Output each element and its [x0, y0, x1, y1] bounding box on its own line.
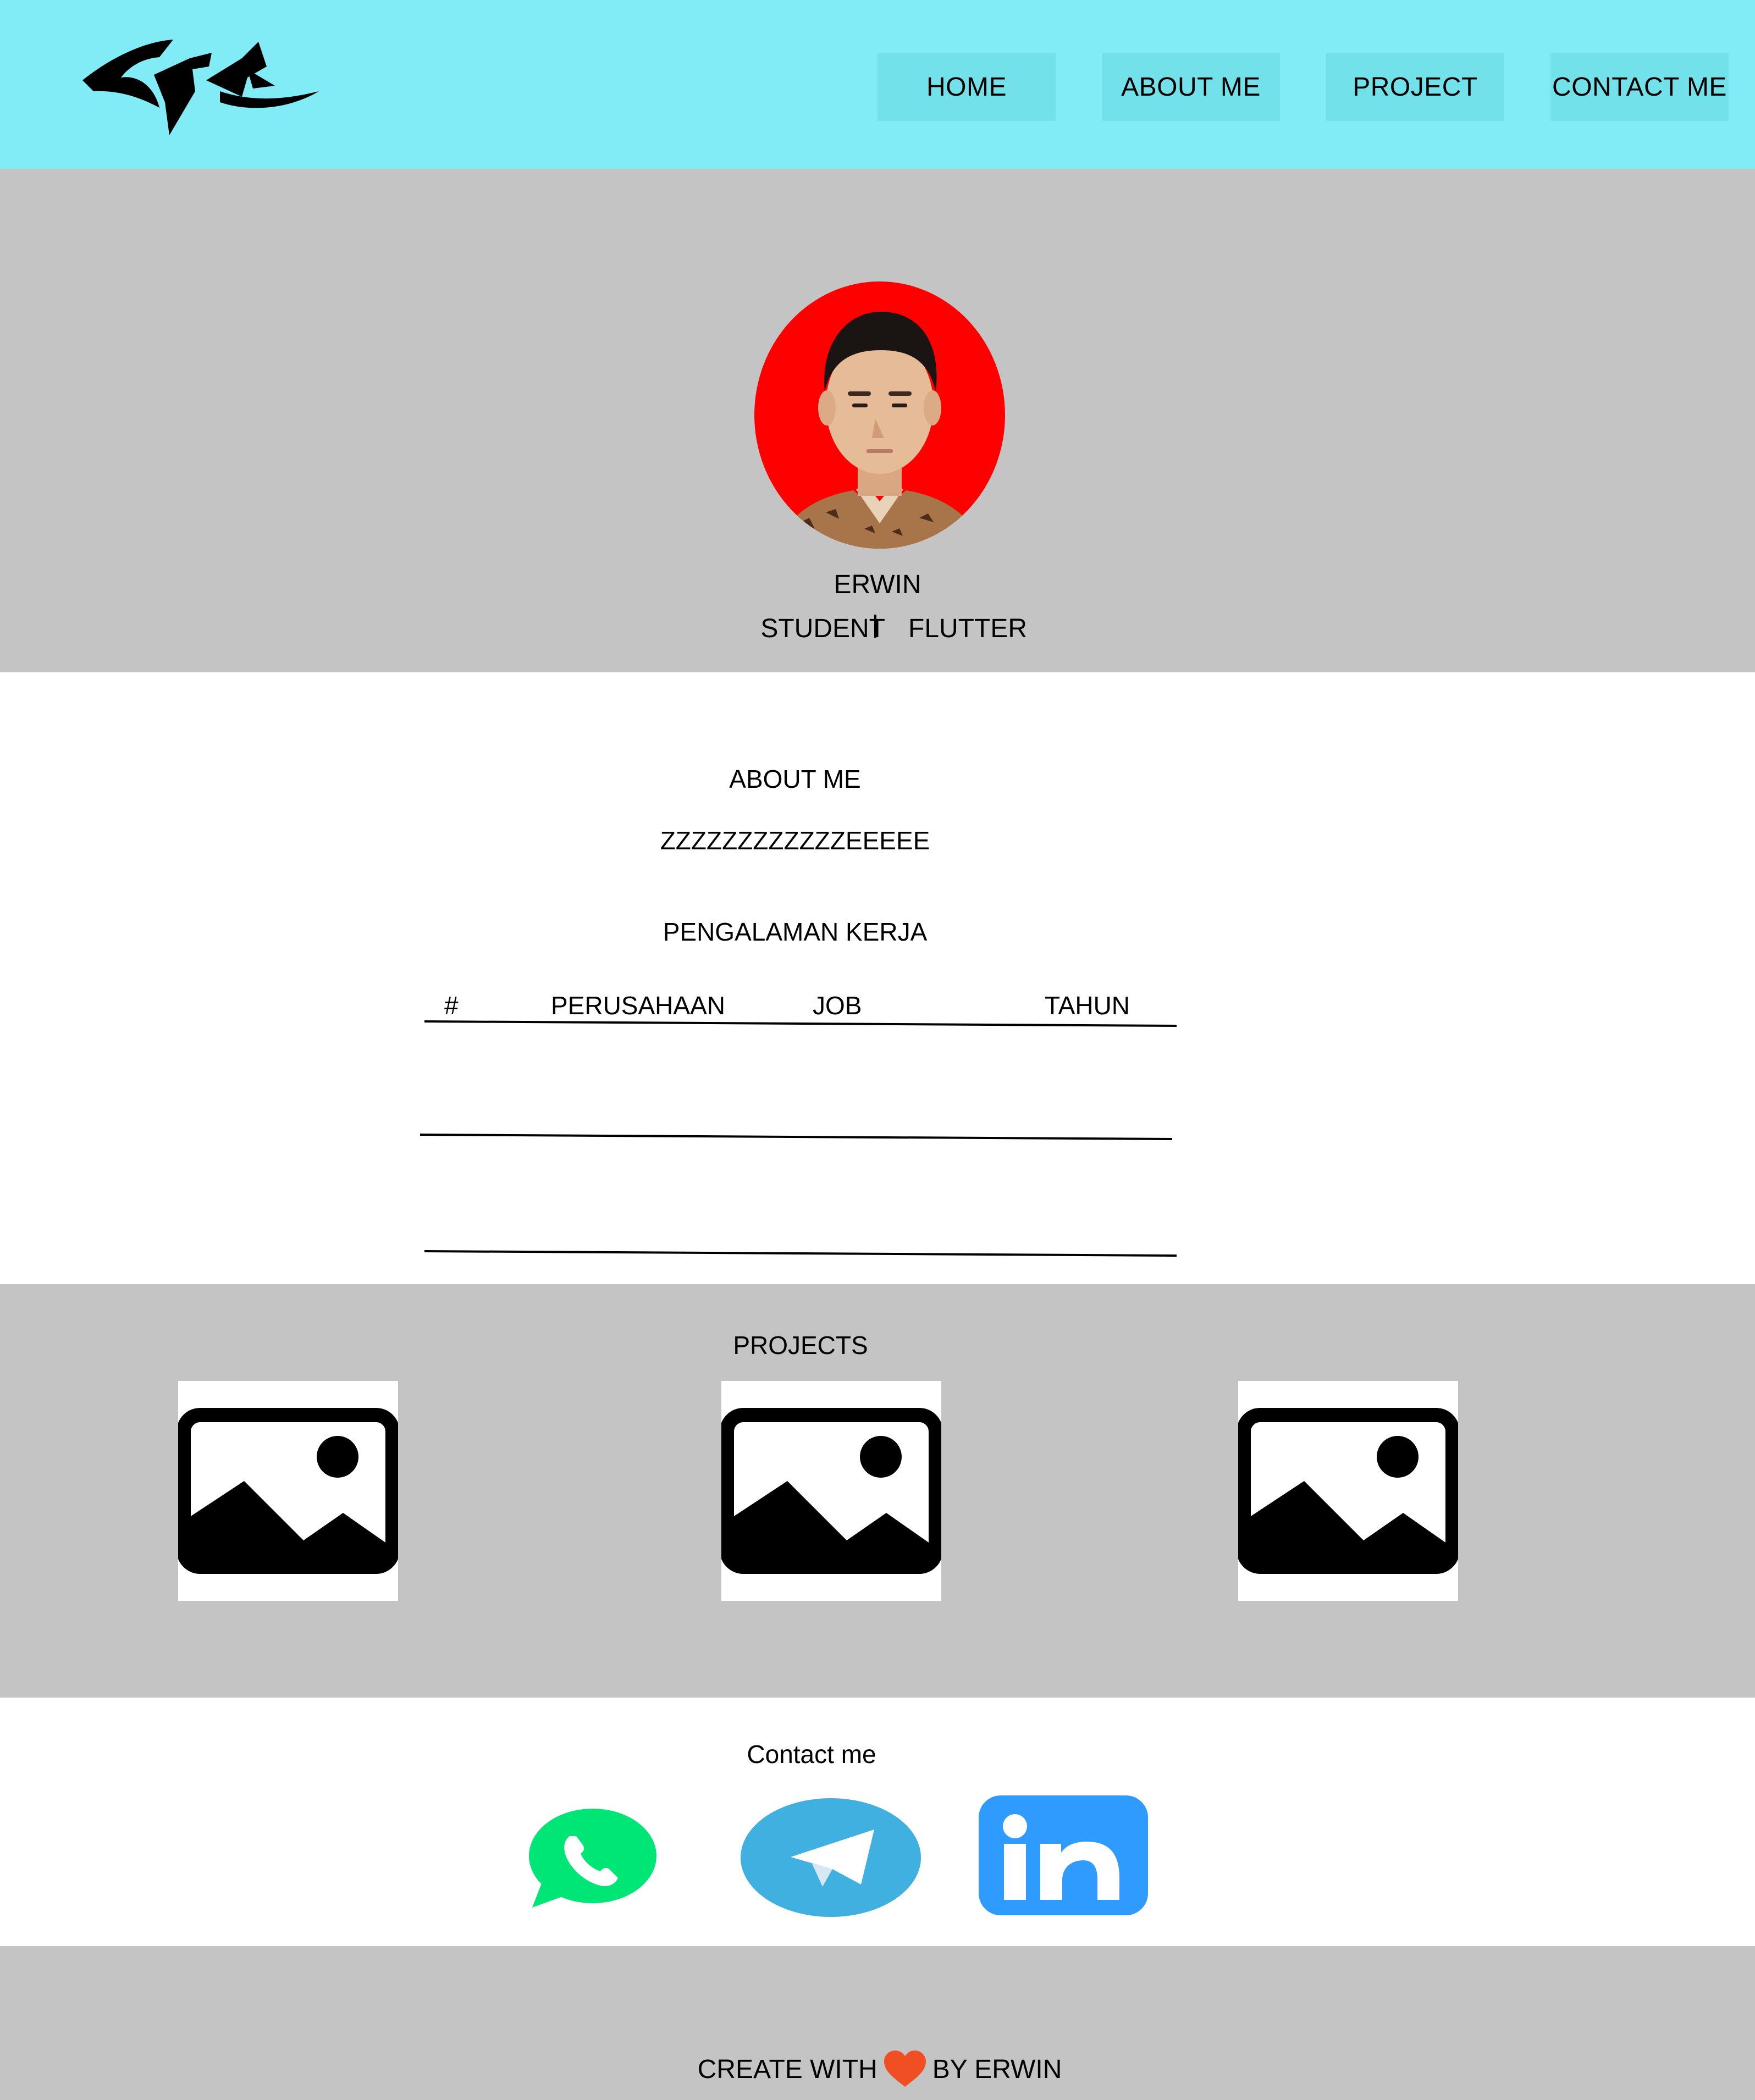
project-card-3[interactable] — [1237, 1381, 1460, 1601]
footer-text-after: BY ERWIN — [932, 2054, 1062, 2084]
project-card-1[interactable] — [176, 1381, 400, 1601]
footer-text-before: CREATE WITH — [697, 2054, 878, 2084]
image-placeholder-icon — [1237, 1408, 1460, 1574]
footer-credit: CREATE WITH BY ERWIN — [550, 2051, 1210, 2088]
nav-contact-label: CONTACT ME — [1552, 72, 1727, 102]
whatsapp-icon[interactable] — [527, 1808, 659, 1908]
nav-about-label: ABOUT ME — [1121, 72, 1261, 102]
telegram-icon[interactable] — [740, 1798, 921, 1917]
about-title: ABOUT ME — [729, 765, 861, 793]
role-divider — [874, 615, 876, 638]
nav-contact-button[interactable]: CONTACT ME — [1550, 53, 1729, 121]
heart-icon — [884, 2051, 926, 2087]
projects-title: PROJECTS — [733, 1331, 868, 1360]
profile-avatar — [754, 281, 1005, 549]
image-placeholder-icon — [720, 1408, 943, 1574]
table-header-job: JOB — [813, 991, 862, 1020]
table-header-company: PERUSAHAAN — [551, 991, 725, 1020]
hero-role-student: STUDENT — [760, 614, 885, 643]
project-card-2[interactable] — [720, 1381, 943, 1601]
table-header-year: TAHUN — [1045, 991, 1130, 1020]
contact-title: Contact me — [747, 1740, 876, 1769]
hero-name: ERWIN — [834, 570, 921, 599]
linkedin-icon[interactable] — [979, 1795, 1148, 1915]
site-logo[interactable] — [77, 36, 319, 135]
nav-home-button[interactable]: HOME — [878, 53, 1056, 121]
experience-title: PENGALAMAN KERJA — [663, 918, 928, 946]
top-navbar: HOME ABOUT ME PROJECT CONTACT ME — [0, 0, 1755, 169]
nav-project-button[interactable]: PROJECT — [1326, 53, 1504, 121]
nav-about-button[interactable]: ABOUT ME — [1102, 53, 1280, 121]
hero-role-flutter: FLUTTER — [908, 614, 1027, 643]
nav-project-label: PROJECT — [1353, 72, 1478, 102]
table-header-number: # — [444, 991, 459, 1020]
image-placeholder-icon — [176, 1408, 400, 1574]
nav-home-label: HOME — [926, 72, 1007, 102]
about-description: ZZZZZZZZZZZZEEEEE — [660, 826, 930, 855]
